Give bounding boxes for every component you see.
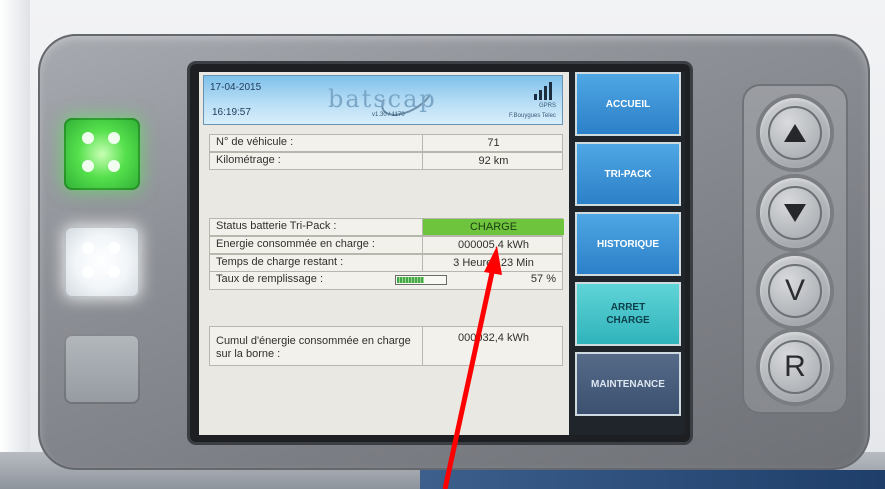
vehicle-value: 71 [422, 135, 564, 151]
up-triangle-icon [784, 124, 806, 142]
battery-status-label: Status batterie Tri-Pack : [216, 220, 337, 232]
header-time: 16:19:57 [212, 107, 251, 118]
stop-charge-line1: ARRET [610, 302, 646, 313]
home-button[interactable]: ACCUEIL [575, 72, 681, 136]
time-left-row: Temps de charge restant : 3 Heures 23 Mi… [209, 254, 563, 272]
fill-rate-bar [395, 275, 447, 285]
vehicle-label: N° de véhicule : [216, 136, 294, 148]
side-menu: ACCUEIL TRI-PACK HISTORIQUE ARRET CHARGE… [569, 72, 685, 435]
mileage-label: Kilométrage : [216, 154, 281, 166]
fill-rate-label: Taux de remplissage : [216, 273, 323, 285]
brand-logo: batscap [328, 85, 437, 113]
wall-left-edge [0, 0, 30, 489]
v-key[interactable]: V [760, 256, 830, 326]
fill-rate-row: Taux de remplissage : 57 % [209, 272, 563, 290]
maintenance-button[interactable]: MAINTENANCE [575, 352, 681, 416]
fill-rate-percent: 57 % [530, 273, 556, 285]
up-key[interactable] [760, 98, 830, 168]
time-left-value: 3 Heures 23 Min [422, 255, 564, 271]
down-triangle-icon [784, 204, 806, 222]
cumulative-energy-box: Cumul d'énergie consommée en charge sur … [209, 326, 563, 366]
cumulative-energy-value: 000032,4 kWh [422, 327, 564, 365]
green-status-light [64, 118, 140, 190]
blue-edge [420, 470, 885, 489]
software-version: v1.30 / 1170 [372, 112, 405, 118]
energy-row: Energie consommée en charge : 000005,4 k… [209, 236, 563, 254]
cumulative-energy-label: Cumul d'énergie consommée en charge sur … [216, 335, 411, 360]
r-key[interactable]: R [760, 332, 830, 402]
network-type: GPRS [539, 103, 557, 109]
energy-label: Energie consommée en charge : [216, 238, 375, 250]
r-key-label: R [768, 340, 822, 394]
stop-charge-button[interactable]: ARRET CHARGE [575, 282, 681, 346]
down-key[interactable] [760, 178, 830, 248]
mileage-value: 92 km [422, 153, 564, 169]
stop-charge-line2: CHARGE [606, 315, 650, 326]
history-button[interactable]: HISTORIQUE [575, 212, 681, 276]
vehicle-row: N° de véhicule : 71 [209, 134, 563, 152]
header-date: 17-04-2015 [210, 82, 262, 93]
mileage-row: Kilométrage : 92 km [209, 152, 563, 170]
white-status-light [64, 226, 140, 298]
screen-header: 17-04-2015 16:19:57 batscap v1.30 / 1170… [203, 72, 563, 125]
network-operator: F.Bouygues Telec [509, 113, 556, 119]
tripack-button[interactable]: TRI-PACK [575, 142, 681, 206]
signal-strength-icon [532, 80, 556, 100]
battery-status-value: CHARGE [422, 219, 564, 235]
time-left-label: Temps de charge restant : [216, 256, 344, 268]
touch-screen: 17-04-2015 16:19:57 batscap v1.30 / 1170… [199, 72, 685, 435]
battery-status-row: Status batterie Tri-Pack : CHARGE [209, 218, 564, 236]
energy-value: 000005,4 kWh [422, 237, 564, 253]
fill-rate-bar-fill [397, 277, 425, 283]
v-key-label: V [768, 264, 822, 318]
off-status-light [64, 334, 140, 404]
hardware-keypad: V R [742, 84, 848, 414]
